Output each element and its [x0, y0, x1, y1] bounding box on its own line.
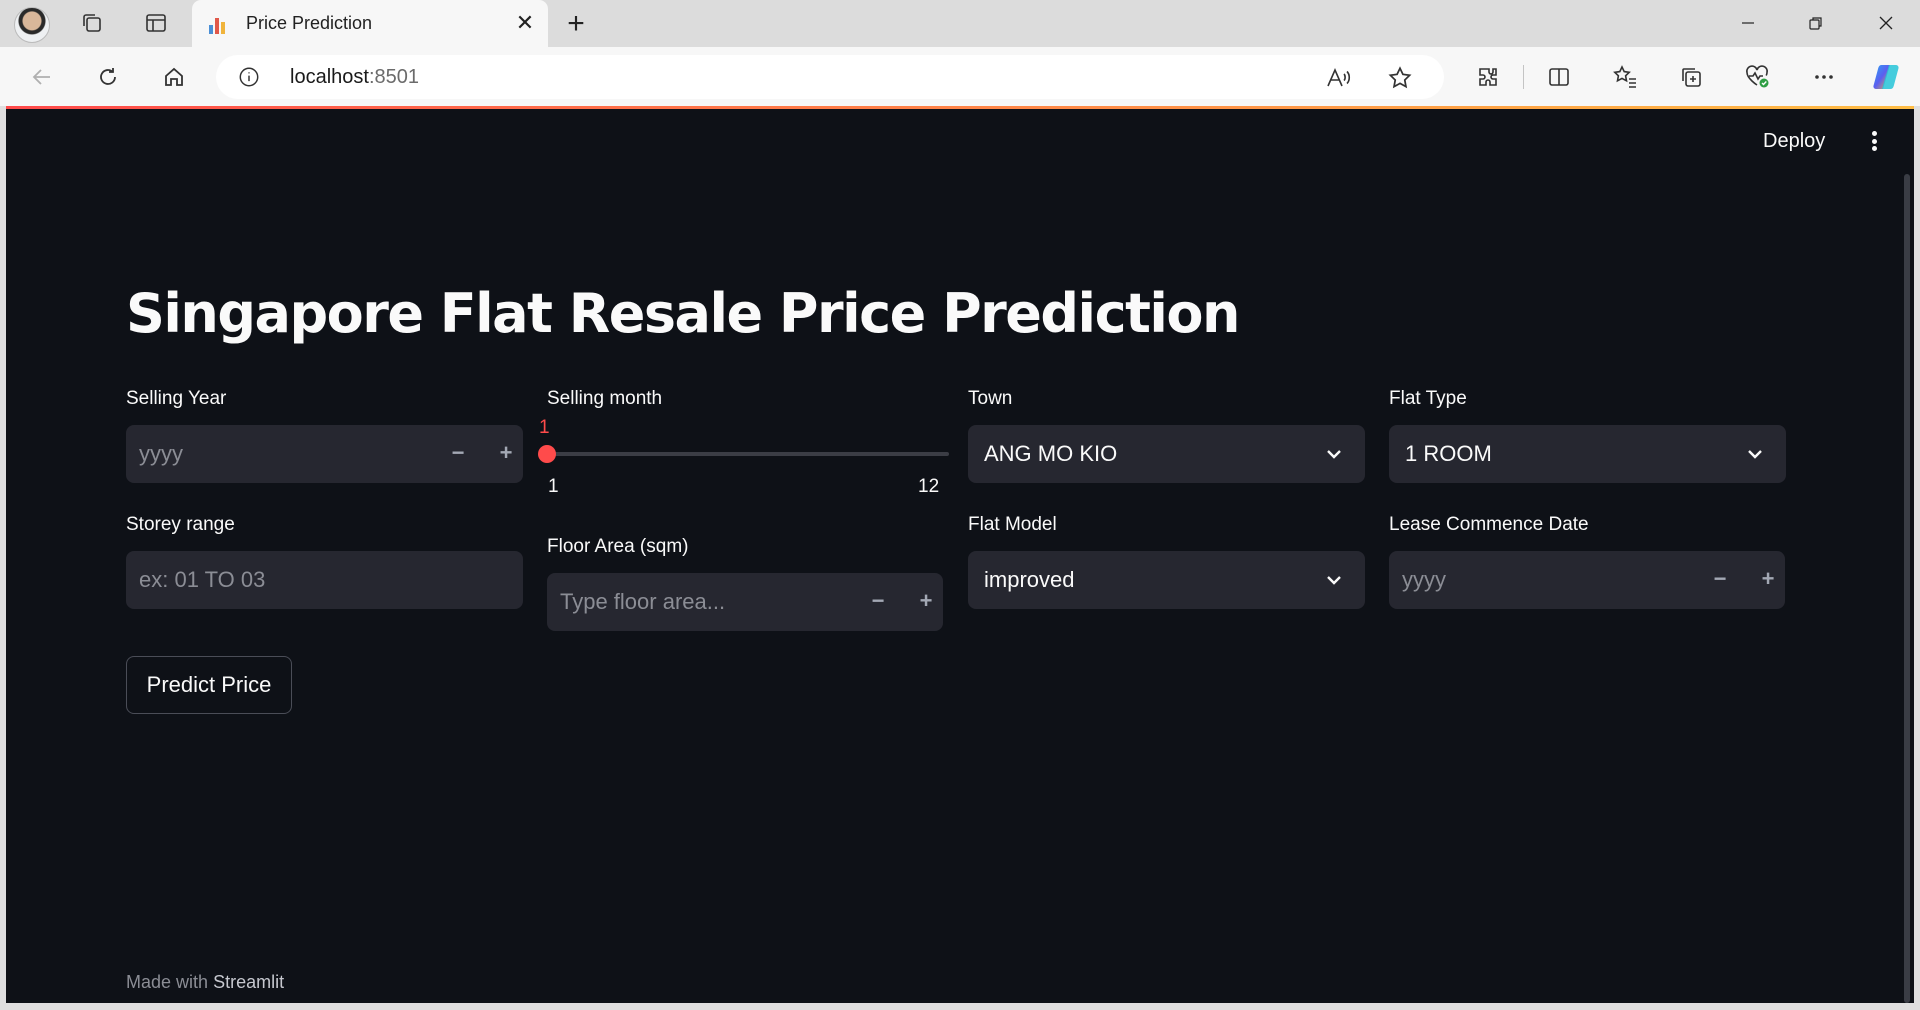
refresh-icon[interactable] [90, 59, 126, 95]
lease-commence-label: Lease Commence Date [1389, 514, 1589, 535]
browser-essentials-icon[interactable] [1739, 59, 1775, 95]
url-text[interactable]: localhost:8501 [290, 66, 419, 89]
page-title: Singapore Flat Resale Price Prediction [126, 282, 1240, 345]
selling-month-max: 12 [918, 476, 940, 497]
browser-tab-strip: Price Prediction ✕ + [0, 0, 1920, 47]
favorites-icon[interactable] [1607, 59, 1643, 95]
more-options-icon[interactable] [1806, 59, 1842, 95]
scrollbar[interactable] [1904, 174, 1910, 1003]
split-screen-icon[interactable] [1541, 59, 1577, 95]
main-menu-icon[interactable] [1868, 127, 1880, 155]
floor-area-decrement[interactable]: − [864, 587, 892, 615]
footer: Made with Streamlit [126, 972, 284, 993]
active-tab[interactable]: Price Prediction ✕ [192, 0, 548, 47]
selling-year-decrement[interactable]: − [444, 439, 472, 467]
predict-price-button[interactable]: Predict Price [126, 656, 292, 714]
toolbar-separator [1523, 65, 1524, 89]
footer-prefix: Made with [126, 972, 209, 992]
selling-month-value: 1 [539, 417, 550, 438]
minimize-icon[interactable] [1718, 8, 1778, 38]
selling-year-input[interactable]: yyyy − + [126, 425, 523, 483]
floor-area-input[interactable]: Type floor area... − + [547, 573, 943, 631]
header-decoration-bar [6, 106, 1914, 109]
chevron-down-icon [1327, 576, 1341, 585]
flat-type-label: Flat Type [1389, 388, 1467, 409]
read-aloud-icon[interactable] [1322, 62, 1354, 94]
selling-month-label: Selling month [547, 388, 663, 409]
workspaces-icon[interactable] [74, 7, 110, 39]
town-select[interactable]: ANG MO KIO [968, 425, 1365, 483]
selling-month-min: 1 [548, 476, 559, 497]
storey-range-placeholder: ex: 01 TO 03 [139, 567, 266, 592]
browser-toolbar: localhost:8501 [0, 47, 1920, 106]
tab-title: Price Prediction [246, 13, 373, 33]
close-tab-icon[interactable]: ✕ [514, 10, 536, 35]
chart-favicon-icon [209, 14, 229, 34]
close-window-icon[interactable] [1856, 8, 1916, 38]
copilot-icon[interactable] [1868, 59, 1904, 95]
lease-commence-input[interactable]: yyyy − + [1389, 551, 1785, 609]
floor-area-increment[interactable]: + [912, 587, 940, 615]
selling-year-increment[interactable]: + [492, 439, 520, 467]
chevron-down-icon [1748, 450, 1762, 459]
streamlit-link[interactable]: Streamlit [213, 972, 284, 992]
address-bar[interactable]: localhost:8501 [216, 55, 1444, 99]
flat-model-select[interactable]: improved [968, 551, 1365, 609]
flat-type-select[interactable]: 1 ROOM [1389, 425, 1786, 483]
favorite-star-icon[interactable] [1384, 62, 1416, 94]
vertical-tabs-icon[interactable] [138, 7, 174, 39]
selling-year-label: Selling Year [126, 388, 227, 409]
selling-year-placeholder: yyyy [139, 441, 183, 466]
back-arrow-icon[interactable] [24, 59, 60, 95]
storey-range-label: Storey range [126, 514, 235, 535]
floor-area-placeholder: Type floor area... [560, 589, 726, 614]
town-value: ANG MO KIO [984, 441, 1118, 466]
lease-commence-placeholder: yyyy [1402, 567, 1446, 592]
site-info-icon[interactable] [238, 66, 260, 88]
home-icon[interactable] [156, 59, 192, 95]
lease-commence-increment[interactable]: + [1754, 565, 1782, 593]
flat-model-label: Flat Model [968, 514, 1057, 535]
flat-type-value: 1 ROOM [1405, 441, 1492, 466]
selling-month-slider-thumb[interactable] [538, 445, 556, 463]
new-tab-icon[interactable]: + [560, 7, 592, 40]
town-label: Town [968, 388, 1013, 409]
selling-month-slider[interactable] [546, 452, 949, 456]
streamlit-app: Deploy Singapore Flat Resale Price Predi… [6, 106, 1914, 1003]
lease-commence-decrement[interactable]: − [1706, 565, 1734, 593]
floor-area-label: Floor Area (sqm) [547, 536, 689, 557]
restore-icon[interactable] [1786, 8, 1846, 38]
collections-icon[interactable] [1673, 59, 1709, 95]
extensions-icon[interactable] [1470, 59, 1506, 95]
chevron-down-icon [1327, 450, 1341, 459]
profile-avatar[interactable] [14, 7, 50, 43]
storey-range-input[interactable]: ex: 01 TO 03 [126, 551, 523, 609]
deploy-button[interactable]: Deploy [1763, 130, 1825, 153]
flat-model-value: improved [984, 567, 1075, 592]
